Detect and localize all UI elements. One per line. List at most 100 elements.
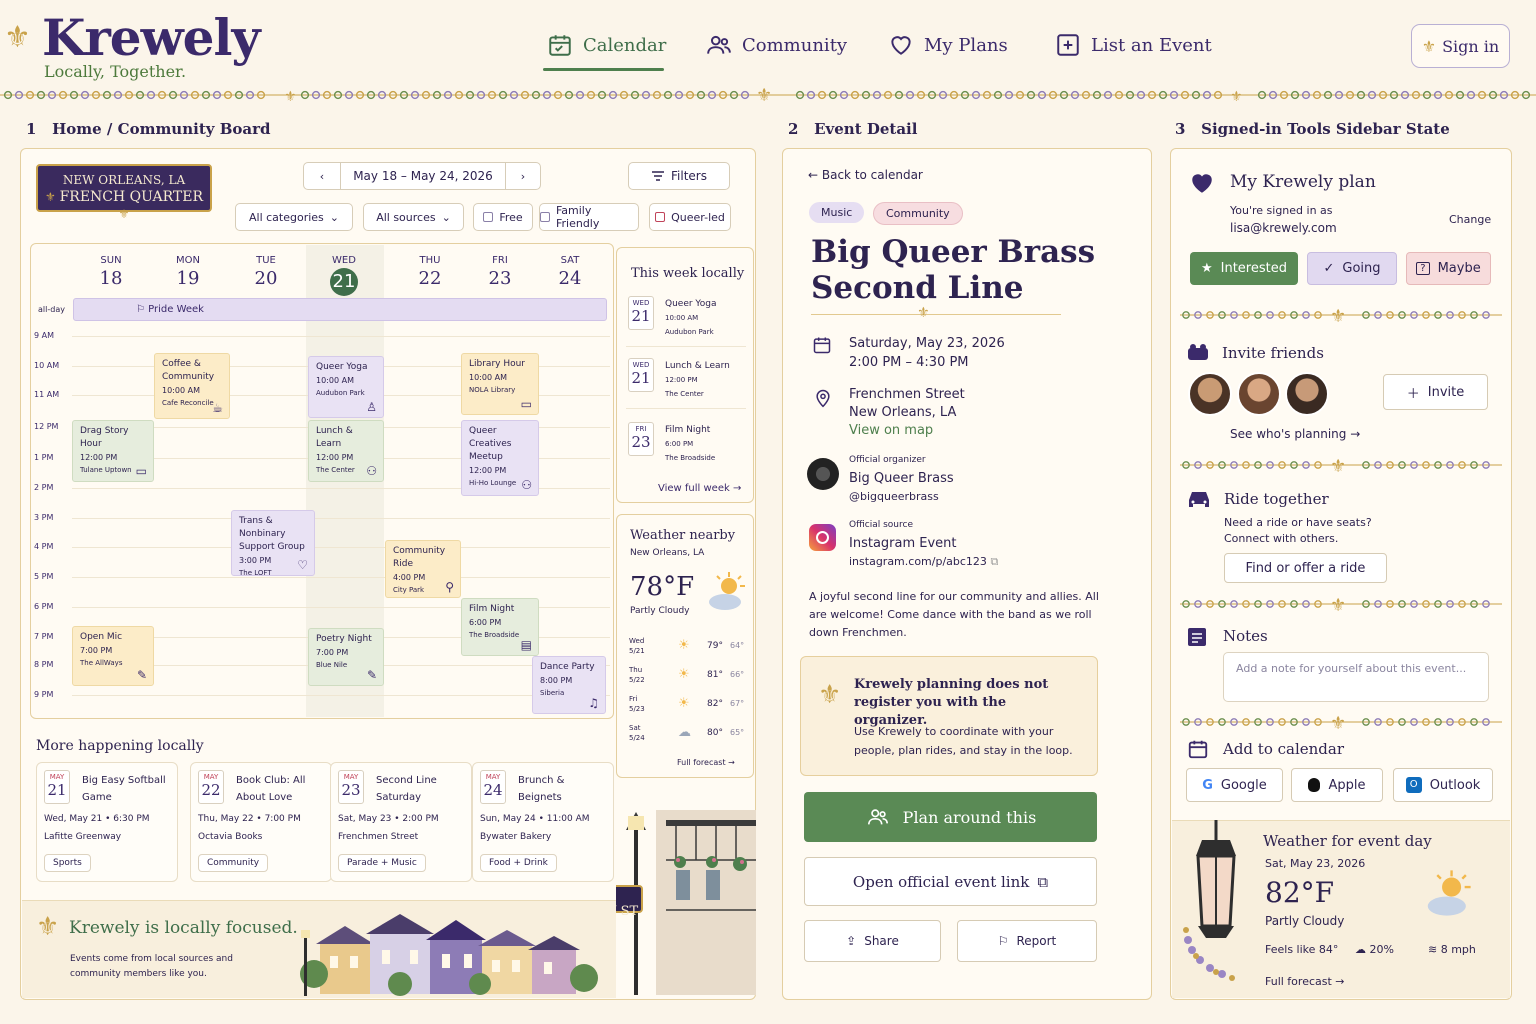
open-official-link-button[interactable]: Open official event link ⧉ xyxy=(804,857,1097,906)
nav-community[interactable]: Community xyxy=(706,32,847,58)
calendar-event[interactable]: Trans & Nonbinary Support Group 3:00 PM Th… xyxy=(231,510,315,576)
day-header[interactable]: FRI 23 xyxy=(480,255,520,289)
more-event-when: Sat, May 23 • 2:00 PM xyxy=(338,814,439,824)
calendar-event[interactable]: Drag Story Hour 12:00 PM Tulane Uptown ▭ xyxy=(72,420,154,482)
forecast-day: Thu 5/22 xyxy=(629,666,645,684)
location-badge[interactable]: NEW ORLEANS, LA ⚜ FRENCH QUARTER ⚜ xyxy=(36,164,212,221)
day-header-today[interactable]: WED 21 xyxy=(324,255,364,296)
filters-button[interactable]: Filters xyxy=(628,162,730,190)
sign-in-label: Sign in xyxy=(1442,36,1500,56)
view-on-map-link[interactable]: View on map xyxy=(849,423,933,438)
queer-filter[interactable]: Queer-led xyxy=(649,203,731,231)
hour-gridline xyxy=(72,336,610,337)
calendar-event[interactable]: Community Ride 4:00 PM City Park ⚲ xyxy=(385,540,461,598)
calendar-event[interactable]: Queer Creatives Meetup 12:00 PM Hi-Ho Loun… xyxy=(461,420,539,496)
day-header[interactable]: THU 22 xyxy=(410,255,450,289)
report-button[interactable]: ⚐ Report xyxy=(957,920,1097,962)
plan-around-this-button[interactable]: Plan around this xyxy=(804,792,1097,842)
next-week-button[interactable]: › xyxy=(505,162,541,190)
going-label: Going xyxy=(1342,261,1381,276)
nav-my-plans[interactable]: My Plans xyxy=(888,32,1008,58)
nav-calendar[interactable]: Calendar xyxy=(547,32,666,58)
going-button[interactable]: ✓ Going xyxy=(1307,252,1397,285)
more-event-tag[interactable]: Food + Drink xyxy=(480,854,557,872)
map-pin-icon xyxy=(816,389,830,408)
notes-title: Notes xyxy=(1223,627,1268,645)
back-to-calendar-link[interactable]: ← Back to calendar xyxy=(808,168,923,182)
weather-temp: 78°F xyxy=(630,572,695,602)
day-header[interactable]: MON 19 xyxy=(168,255,208,289)
instagram-icon xyxy=(809,524,836,551)
day-header[interactable]: SUN 18 xyxy=(91,255,131,289)
week-item[interactable]: Film Night 6:00 PM The Broadside xyxy=(665,423,735,465)
family-filter[interactable]: Family Friendly xyxy=(539,203,639,231)
week-item[interactable]: Queer Yoga 10:00 AM Audubon Park xyxy=(665,297,735,339)
free-filter[interactable]: Free xyxy=(473,203,533,231)
more-event-title: Book Club: All About Love xyxy=(236,775,306,803)
forecast-low: 66° xyxy=(730,670,745,679)
share-button[interactable]: ⇪ Share xyxy=(804,920,941,962)
apple-calendar-button[interactable]: Apple xyxy=(1291,768,1383,802)
change-account-link[interactable]: Change xyxy=(1449,213,1491,226)
more-event-when: Sun, May 24 • 11:00 AM xyxy=(480,814,590,824)
event-category-icon: ✎ xyxy=(366,668,377,682)
event-title: Open Mic xyxy=(80,632,123,642)
categories-select[interactable]: All categories ⌄ xyxy=(235,203,353,231)
avatar[interactable] xyxy=(1237,372,1281,416)
avatar[interactable] xyxy=(1285,372,1329,416)
sign-in-button[interactable]: ⚜ Sign in xyxy=(1411,24,1510,68)
week-item-title: Lunch & Learn xyxy=(665,361,730,371)
calendar-event[interactable]: Queer Yoga 10:00 AM Audubon Park ♙ xyxy=(308,356,384,418)
calendar-event[interactable]: Lunch & Learn 12:00 PM The Center ⚇ xyxy=(308,420,384,482)
event-full-forecast-link[interactable]: Full forecast → xyxy=(1265,975,1345,988)
calendar-event[interactable]: Open Mic 7:00 PM The AllWays ✎ xyxy=(72,626,154,686)
houses-illustration xyxy=(300,914,598,996)
organizer-name[interactable]: Big Queer Brass xyxy=(849,471,954,486)
more-event-tag[interactable]: Community xyxy=(198,854,269,872)
google-calendar-button[interactable]: G Google xyxy=(1186,768,1283,802)
week-item[interactable]: Lunch & Learn 12:00 PM The Center xyxy=(665,359,735,401)
event-category-icon: ♫ xyxy=(588,696,599,710)
arrow-left-icon: ← xyxy=(808,168,822,182)
signed-in-label: You're signed in as xyxy=(1230,204,1333,217)
brand-logo[interactable]: Krewely xyxy=(42,8,261,67)
event-title: Library Hour xyxy=(469,359,526,369)
invite-button[interactable]: ＋ Invite xyxy=(1383,374,1488,410)
hour-label: 9 PM xyxy=(34,690,54,699)
maybe-button[interactable]: ? Maybe xyxy=(1406,252,1491,285)
pride-week-event[interactable]: ⚐ Pride Week xyxy=(73,298,607,321)
nav-list-event[interactable]: List an Event xyxy=(1055,32,1212,58)
see-who-planning-link[interactable]: See who's planning → xyxy=(1230,427,1360,441)
more-event-where: Bywater Bakery xyxy=(480,832,552,842)
notes-field[interactable]: Add a note for yourself about this event… xyxy=(1223,652,1489,702)
sources-select[interactable]: All sources ⌄ xyxy=(363,203,464,231)
more-event-tag[interactable]: Sports xyxy=(44,854,91,872)
full-forecast-link[interactable]: Full forecast → xyxy=(677,758,735,767)
interested-button[interactable]: ★ Interested xyxy=(1190,252,1298,285)
forecast-day: Sat 5/24 xyxy=(629,724,645,742)
signed-in-email: lisa@krewely.com xyxy=(1230,221,1337,235)
day-header[interactable]: SAT 24 xyxy=(550,255,590,289)
weather-location: New Orleans, LA xyxy=(630,548,705,558)
outlook-calendar-button[interactable]: O Outlook xyxy=(1393,768,1493,802)
svg-text:⚜: ⚜ xyxy=(1330,713,1346,731)
source-url[interactable]: instagram.com/p/abc123 ⧉ xyxy=(849,555,998,569)
day-header[interactable]: TUE 20 xyxy=(246,255,286,289)
date-range[interactable]: May 18 – May 24, 2026 xyxy=(340,162,506,190)
prev-week-button[interactable]: ‹ xyxy=(303,162,341,190)
find-ride-button[interactable]: Find or offer a ride xyxy=(1224,553,1387,583)
avatar[interactable] xyxy=(1188,372,1232,416)
calendar-event[interactable]: Coffee & Community 10:00 AM Cafe Reconcile… xyxy=(154,353,230,419)
partly-cloudy-icon xyxy=(1427,870,1471,916)
event-category-icon: ☕ xyxy=(212,401,223,415)
calendar-event[interactable]: Poetry Night 7:00 PM Blue Nile ✎ xyxy=(308,628,384,686)
tag-community[interactable]: Community xyxy=(873,202,963,225)
tag-music[interactable]: Music xyxy=(809,202,865,223)
more-event-tag[interactable]: Parade + Music xyxy=(338,854,426,872)
calendar-event[interactable]: Library Hour 10:00 AM NOLA Library ▭ xyxy=(461,353,539,415)
calendar-event[interactable]: Dance Party 8:00 PM Siberia ♫ xyxy=(532,656,606,714)
view-full-week-link[interactable]: View full week → xyxy=(658,483,741,494)
more-event-title: Second Line Saturday xyxy=(376,775,437,803)
fleur-de-lis-icon: ⚜ xyxy=(917,305,930,321)
calendar-event[interactable]: Film Night 6:00 PM The Broadside ▤ xyxy=(461,598,539,656)
